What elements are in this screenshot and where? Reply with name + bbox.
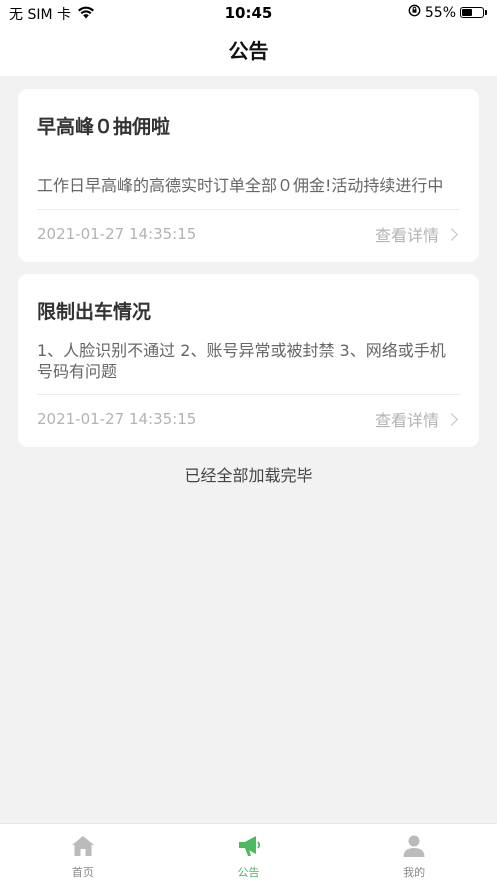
tab-label: 我的 <box>403 866 426 879</box>
notice-title: 限制出车情况 <box>37 301 152 323</box>
notice-card[interactable]: 早高峰０抽佣啦 工作日早高峰的高德实时订单全部０佣金!活动持续进行中 2021-… <box>18 89 479 262</box>
nav-bar: 公告 <box>0 26 497 76</box>
view-details-label: 查看详情 <box>374 411 439 430</box>
tab-bar: 首页 公告 我的 <box>0 823 497 883</box>
status-bar: 无 SIM 卡 10:45 55% <box>0 0 497 26</box>
home-icon <box>70 834 96 862</box>
megaphone-icon <box>236 834 262 862</box>
status-right: 55% <box>408 4 487 21</box>
tab-label: 公告 <box>237 866 260 879</box>
list-end-text: 已经全部加载完毕 <box>184 466 313 485</box>
notice-summary: 工作日早高峰的高德实时订单全部０佣金!活动持续进行中 <box>37 176 444 195</box>
notice-footer: 2021-01-27 14:35:15 查看详情 <box>37 408 460 430</box>
orientation-lock-icon <box>408 4 421 21</box>
tab-notices[interactable]: 公告 <box>166 824 332 883</box>
notice-date: 2021-01-27 14:35:15 <box>37 410 197 428</box>
view-details-link[interactable]: 查看详情 <box>375 222 460 246</box>
divider <box>37 394 460 395</box>
view-details-link[interactable]: 查看详情 <box>375 407 460 431</box>
notice-card[interactable]: 限制出车情况 1、人脸识别不通过 2、账号异常或被封禁 3、网络或手机号码有问题… <box>18 274 479 447</box>
page-title: 公告 <box>228 39 269 63</box>
notice-date: 2021-01-27 14:35:15 <box>37 225 197 243</box>
notice-footer: 2021-01-27 14:35:15 查看详情 <box>37 223 460 245</box>
tab-home[interactable]: 首页 <box>0 824 166 883</box>
battery-icon <box>460 7 487 18</box>
divider <box>37 209 460 210</box>
notice-summary: 1、人脸识别不通过 2、账号异常或被封禁 3、网络或手机号码有问题 <box>37 341 446 381</box>
battery-percent: 55% <box>424 4 456 21</box>
notice-title: 早高峰０抽佣啦 <box>37 116 171 138</box>
person-icon <box>401 834 427 862</box>
chevron-right-icon <box>445 227 458 241</box>
view-details-label: 查看详情 <box>374 226 439 245</box>
chevron-right-icon <box>445 412 458 426</box>
tab-label: 首页 <box>71 866 94 879</box>
tab-profile[interactable]: 我的 <box>331 824 497 883</box>
